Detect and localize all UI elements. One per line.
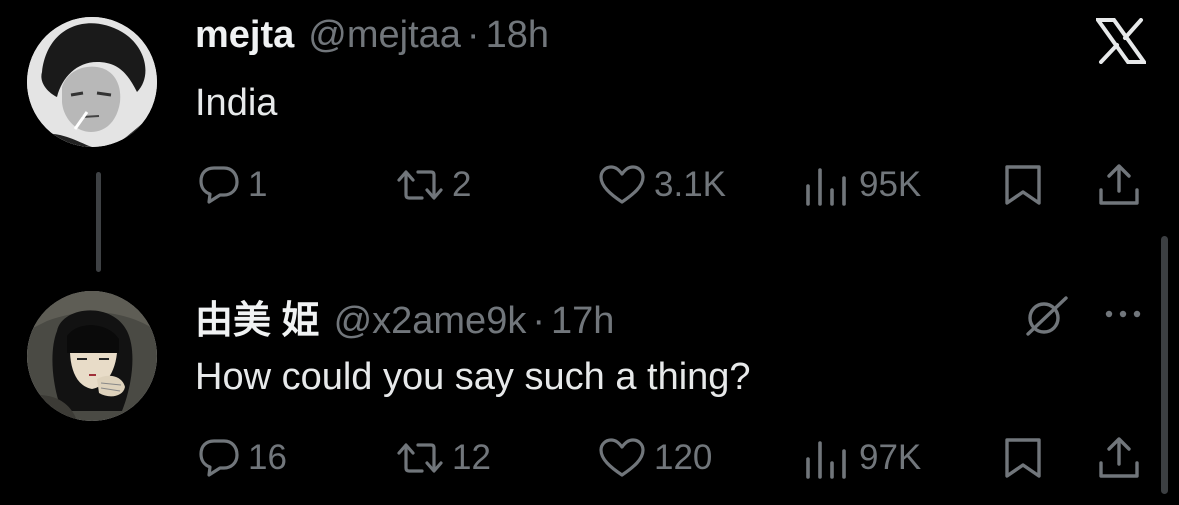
x-logo-icon[interactable] (1094, 18, 1148, 69)
repost-count: 2 (452, 165, 472, 204)
bookmark-icon (1005, 165, 1041, 205)
like-button[interactable]: 120 (598, 433, 712, 483)
post-text: How could you say such a thing? (195, 356, 751, 398)
like-button[interactable]: 3.1K (598, 160, 726, 210)
avatar[interactable] (27, 291, 157, 421)
repost-button[interactable]: 12 (396, 433, 491, 483)
separator-dot: · (532, 300, 545, 342)
bookmark-icon (1005, 438, 1041, 478)
bookmark-button[interactable] (1003, 433, 1043, 483)
like-count: 3.1K (654, 165, 726, 204)
views-icon (806, 168, 846, 206)
views-icon (806, 441, 846, 479)
views-count: 97K (859, 438, 922, 477)
share-icon (1099, 437, 1139, 478)
like-count: 120 (654, 438, 713, 477)
post-time[interactable]: 18h (486, 14, 549, 57)
share-button[interactable] (1097, 160, 1141, 210)
heart-icon (599, 438, 645, 477)
author-handle[interactable]: @x2ame9k (334, 300, 527, 343)
views-button[interactable]: 95K (803, 160, 921, 210)
more-options-icon[interactable] (1103, 307, 1143, 325)
reply-button[interactable]: 1 (198, 160, 267, 210)
views-count: 95K (859, 165, 922, 204)
separator-dot: · (466, 14, 480, 56)
post-time[interactable]: 17h (551, 300, 614, 343)
repost-icon (397, 170, 443, 200)
reply-button[interactable]: 16 (198, 433, 287, 483)
reply-count: 16 (248, 438, 287, 477)
share-icon (1099, 164, 1139, 205)
heart-icon (599, 165, 645, 204)
author-name[interactable]: 由美 姫 (195, 289, 320, 344)
reply-count: 1 (248, 165, 268, 204)
post-text: India (195, 82, 278, 124)
bookmark-button[interactable] (1003, 160, 1043, 210)
repost-button[interactable]: 2 (396, 160, 471, 210)
action-bar: 1 2 3.1K 95K (0, 160, 1179, 210)
repost-icon (397, 443, 443, 473)
slashed-circle-icon[interactable] (1020, 294, 1072, 343)
author-handle[interactable]: @mejtaa (308, 14, 461, 57)
reply-icon (199, 166, 239, 204)
share-button[interactable] (1097, 433, 1141, 483)
action-bar: 16 12 120 97K (0, 433, 1179, 483)
author-name[interactable]: mejta (195, 14, 294, 57)
views-button[interactable]: 97K (803, 433, 921, 483)
avatar[interactable] (27, 17, 157, 147)
reply-icon (199, 439, 239, 477)
thread-connector (96, 172, 101, 272)
scrollbar[interactable] (1161, 236, 1168, 494)
repost-count: 12 (452, 438, 491, 477)
